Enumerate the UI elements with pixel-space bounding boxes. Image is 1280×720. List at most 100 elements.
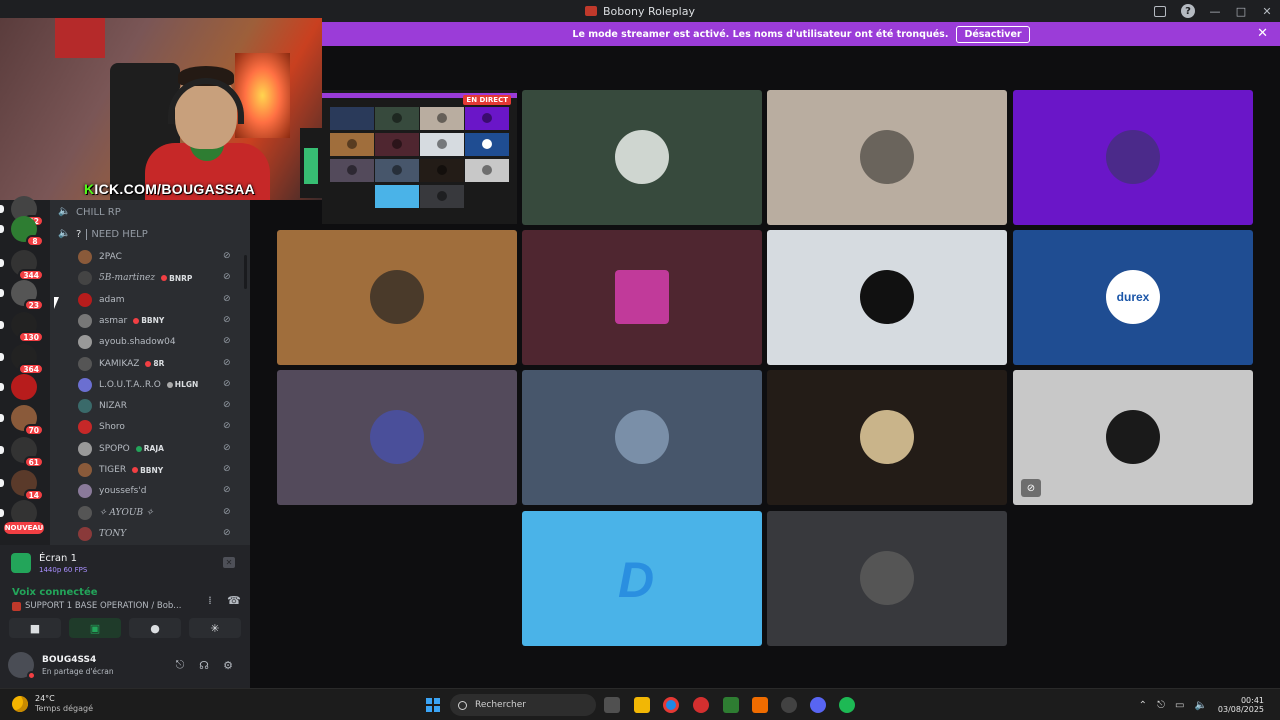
taskbar-search[interactable]: Rechercher: [450, 694, 596, 716]
participant-tile[interactable]: [767, 511, 1007, 646]
participant-tile[interactable]: [767, 90, 1007, 225]
participant-tile[interactable]: [277, 370, 517, 505]
tag-label: HLGN: [174, 380, 199, 390]
tag-label: BBNY: [140, 465, 164, 475]
disconnect-icon[interactable]: ☎: [226, 592, 242, 608]
participant-tile[interactable]: durex: [1013, 230, 1253, 365]
voice-user[interactable]: KAMIKAZ 8R ⊘: [78, 354, 243, 374]
server-icon[interactable]: 8: [11, 216, 44, 247]
durex-logo-avatar: durex: [1106, 270, 1160, 324]
weather-widget[interactable]: 24°C Temps dégagé: [12, 694, 93, 713]
terminal-icon[interactable]: [723, 697, 739, 713]
voice-user[interactable]: NIZAR ⊘: [78, 396, 243, 416]
tag-icon: [161, 275, 168, 282]
participant-tile[interactable]: [277, 230, 517, 365]
voice-user[interactable]: L.O.U.T.A..R.O HLGN ⊘: [78, 375, 243, 395]
clock[interactable]: 00:41 03/08/2025: [1218, 696, 1264, 714]
current-user[interactable]: BOUG4SS4 En partage d'écran ⎋ ☊ ⚙: [8, 649, 242, 681]
headphones-icon[interactable]: ☊: [196, 657, 212, 673]
preview-mini-tile: [420, 133, 464, 156]
soundboard-button[interactable]: ✳: [189, 618, 241, 638]
maximize-button[interactable]: □: [1228, 0, 1254, 22]
voice-user[interactable]: youssefs'd ⊘: [78, 481, 243, 501]
mention-badge: 61: [23, 456, 44, 468]
voice-channel-path[interactable]: SUPPORT 1 BASE OPERATION / Bob...: [12, 601, 181, 611]
server-icon[interactable]: 61: [11, 437, 44, 468]
avatar: [78, 420, 92, 435]
voice-connected-status[interactable]: Voix connectée: [12, 587, 98, 598]
spotify-icon[interactable]: [839, 697, 855, 713]
participant-tile[interactable]: [522, 370, 762, 505]
unread-pill: [0, 205, 4, 213]
microphone-icon[interactable]: ⎋: [172, 657, 188, 673]
voice-user[interactable]: SPOPO RAJA ⊘: [78, 439, 243, 459]
banner-text: Le mode streamer est activé. Les noms d'…: [572, 28, 949, 40]
camera-off-button[interactable]: ■: [9, 618, 61, 638]
deafened-icon: ⊘: [223, 527, 231, 538]
opera-icon[interactable]: [693, 697, 709, 713]
obs-icon[interactable]: [781, 697, 797, 713]
tag-label: RAJA: [143, 444, 164, 454]
server-icon[interactable]: 364: [11, 344, 44, 375]
avatar: [78, 399, 92, 414]
server-icon[interactable]: 344: [11, 250, 44, 281]
server-icon[interactable]: 14: [11, 470, 44, 501]
disable-streamer-button[interactable]: Désactiver: [956, 25, 1030, 43]
voice-user[interactable]: TIGER BBNY ⊘: [78, 460, 243, 480]
participant-tile[interactable]: [522, 90, 762, 225]
network-icon[interactable]: ▭: [1175, 700, 1184, 711]
tag-icon: [135, 445, 142, 452]
voice-channel-chill-rp[interactable]: 🔈 CHILL RP: [58, 203, 121, 221]
screen-share-button[interactable]: ▣: [69, 618, 121, 638]
gear-icon[interactable]: ⚙: [220, 657, 236, 673]
start-button[interactable]: [426, 698, 440, 712]
deafened-icon: ⊘: [223, 357, 231, 368]
discord-icon[interactable]: [810, 697, 826, 713]
voice-channel-need-help[interactable]: 🔈 ? NEED HELP: [58, 225, 148, 243]
server-icon[interactable]: [11, 374, 37, 400]
voice-user[interactable]: 2PAC ⊘: [78, 247, 243, 267]
voice-user[interactable]: adam ⊘: [78, 290, 243, 310]
stop-screen-share-icon[interactable]: ✕: [223, 557, 235, 568]
server-icon[interactable]: 70: [11, 405, 44, 436]
minimize-button[interactable]: —: [1202, 0, 1228, 22]
microphone-tray-icon[interactable]: ⎋: [1157, 700, 1165, 711]
voice-user[interactable]: ✧ AYOUB ✧ ⊘: [78, 503, 243, 523]
volume-icon[interactable]: 🔈: [1194, 700, 1206, 711]
banner-close-icon[interactable]: ✕: [1257, 26, 1268, 41]
noise-suppression-icon[interactable]: ⁞: [202, 592, 218, 608]
server-icon[interactable]: 23: [11, 280, 44, 311]
voice-user[interactable]: Shoro ⊘: [78, 417, 243, 437]
voice-user[interactable]: TONY ⊘: [78, 524, 243, 544]
server-icon[interactable]: 130: [11, 312, 44, 343]
task-view-icon[interactable]: [604, 697, 620, 713]
user-status: En partage d'écran: [42, 666, 114, 676]
participant-tile[interactable]: [767, 230, 1007, 365]
help-icon[interactable]: ?: [1181, 4, 1195, 18]
stream-preview-tile[interactable]: EN DIRECT: [322, 90, 517, 224]
voice-user[interactable]: ayoub.shadow04 ⊘: [78, 332, 243, 352]
screen-share-card[interactable]: Écran 1 1440p 60 FPS ✕: [5, 548, 243, 578]
app-icon[interactable]: [752, 697, 768, 713]
deafened-icon: ⊘: [223, 314, 231, 325]
chevron-up-icon[interactable]: ⌃: [1139, 700, 1147, 711]
weather-description: Temps dégagé: [35, 704, 94, 713]
server-tag: BNRP: [161, 274, 192, 283]
user-name: BOUG4SS4: [42, 654, 97, 665]
file-explorer-icon[interactable]: [634, 697, 650, 713]
avatar: [78, 313, 92, 328]
participant-tile[interactable]: [1013, 90, 1253, 225]
voice-user[interactable]: 5B-martinez BNRP ⊘: [78, 268, 243, 288]
channel-list: 🔈 CHILL RP 🔈 ? NEED HELP 2PAC ⊘ 5B-martine…: [50, 200, 250, 545]
participant-tile[interactable]: [522, 230, 762, 365]
scrollbar[interactable]: [244, 255, 247, 289]
close-window-button[interactable]: ✕: [1254, 0, 1280, 22]
participant-tile[interactable]: ⊘: [1013, 370, 1253, 505]
participant-tile[interactable]: [767, 370, 1007, 505]
inbox-icon[interactable]: [1153, 4, 1167, 18]
activity-button[interactable]: ●: [129, 618, 181, 638]
chrome-icon[interactable]: [663, 697, 679, 713]
preview-mini-tile: [330, 133, 374, 156]
voice-user[interactable]: asmar BBNY ⊘: [78, 311, 243, 331]
participant-tile[interactable]: D: [522, 511, 762, 646]
